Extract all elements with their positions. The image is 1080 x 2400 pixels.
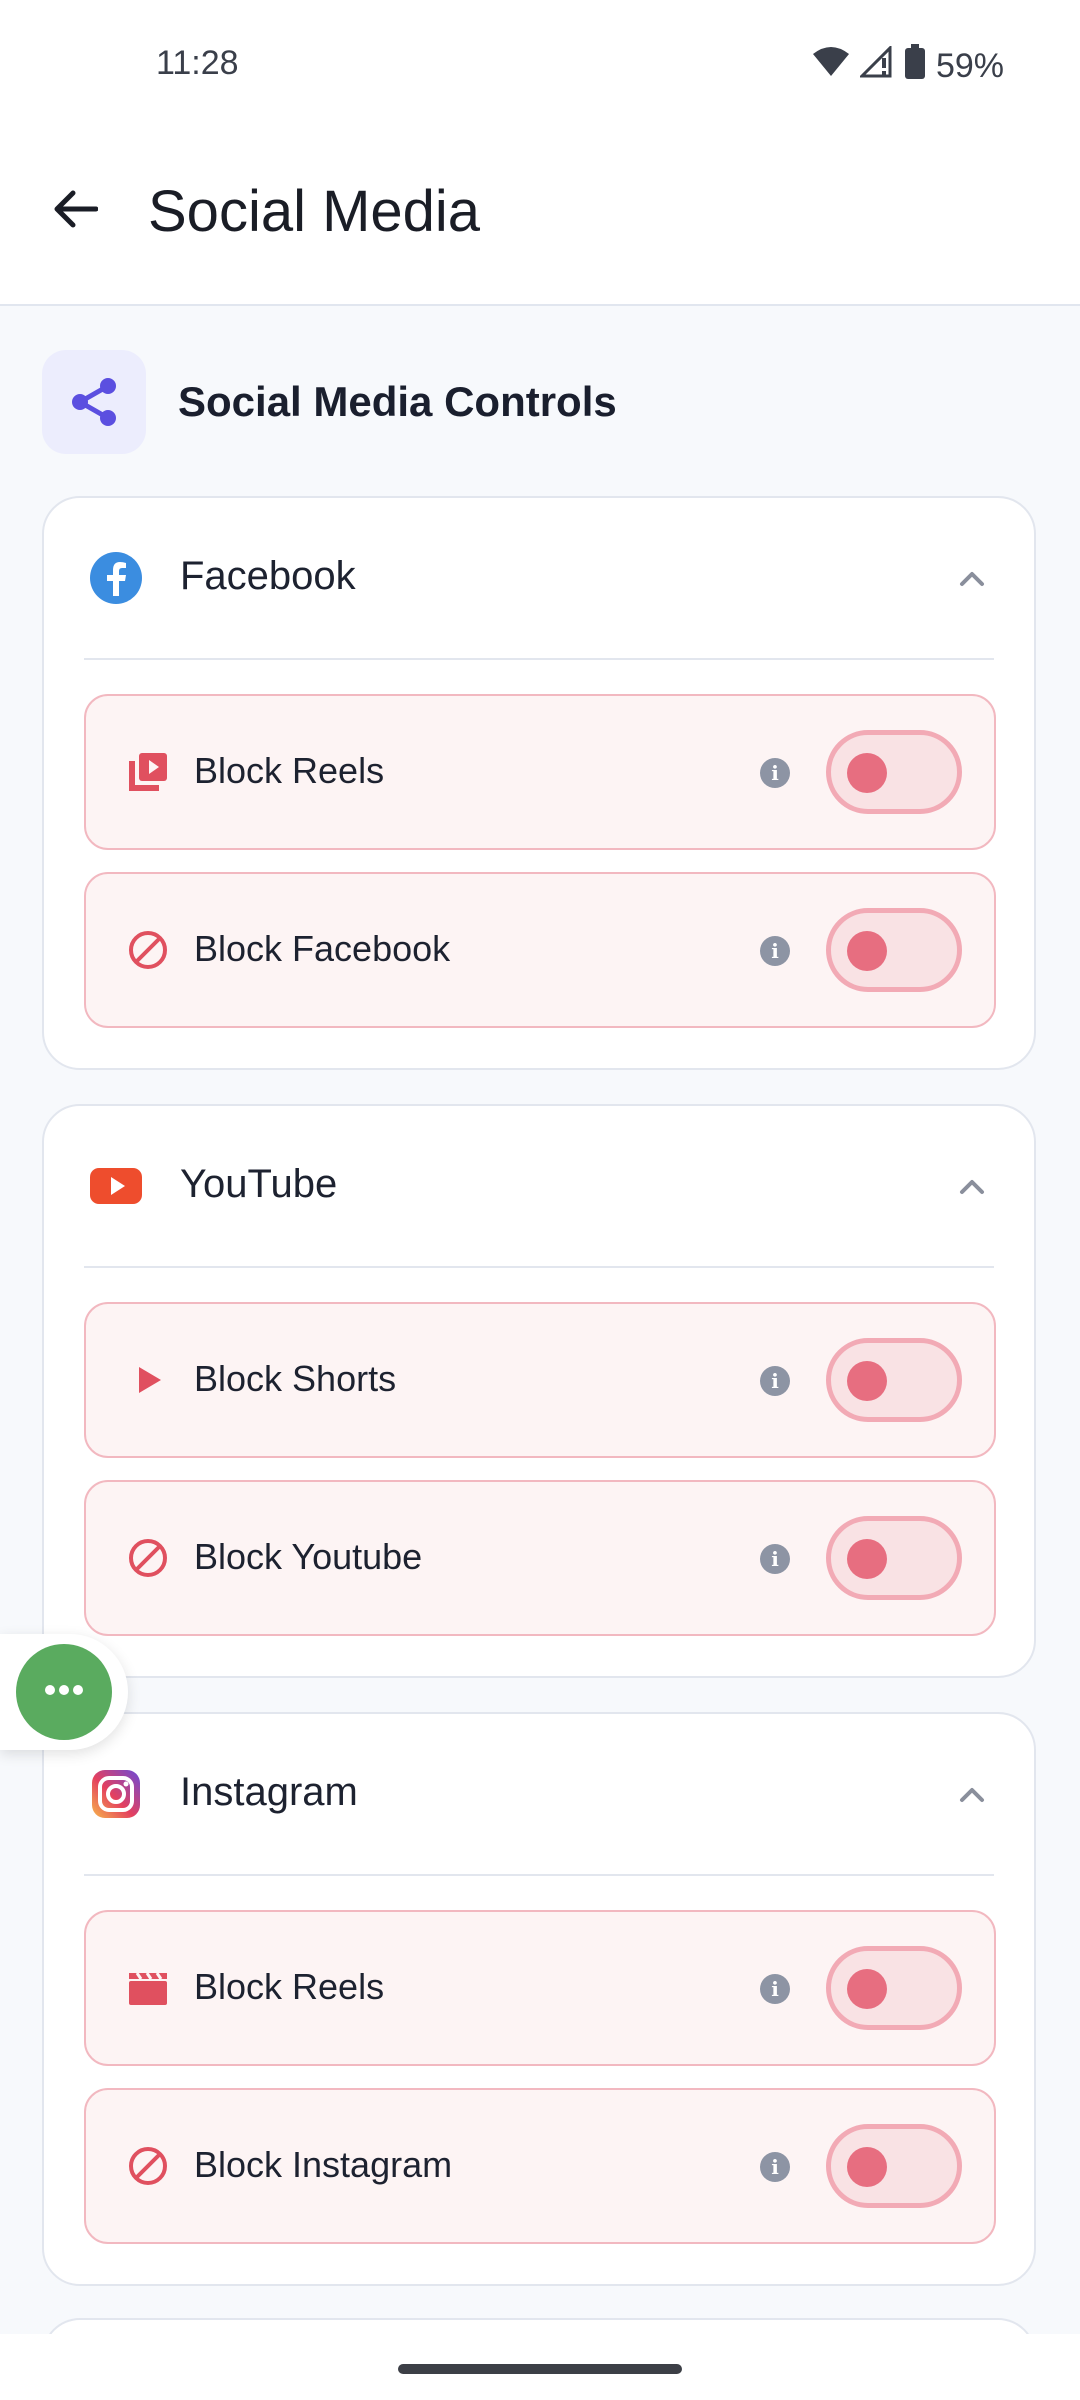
row-label: Block Instagram xyxy=(194,2144,453,2185)
instagram-card: Instagram Block Reels i Block Instagram … xyxy=(42,1712,1036,2286)
divider xyxy=(84,1266,994,1268)
signal-icon xyxy=(858,44,894,87)
row-label: Block Facebook xyxy=(194,928,451,969)
block-youtube-toggle[interactable] xyxy=(826,1516,962,1600)
clapperboard-icon xyxy=(122,1962,174,2014)
video-library-icon xyxy=(122,746,174,798)
app-bar: Social Media xyxy=(0,140,1080,306)
more-horizontal-icon xyxy=(44,1683,84,1701)
block-icon xyxy=(122,2140,174,2192)
info-icon[interactable]: i xyxy=(760,758,790,788)
back-button[interactable] xyxy=(44,180,106,242)
youtube-card-header[interactable]: YouTube xyxy=(44,1106,1034,1266)
instagram-icon xyxy=(90,1768,142,1820)
block-reels-toggle[interactable] xyxy=(826,730,962,814)
wifi-icon xyxy=(812,46,850,87)
chevron-up-icon[interactable] xyxy=(954,1168,990,1204)
instagram-card-header[interactable]: Instagram xyxy=(44,1714,1034,1874)
facebook-card: Facebook Block Reels i Block Facebook i xyxy=(42,496,1036,1070)
toggle-knob xyxy=(847,1969,887,2009)
block-icon xyxy=(122,924,174,976)
block-shorts-row: Block Shorts i xyxy=(84,1302,996,1458)
row-label: Block Reels xyxy=(194,1966,385,2007)
info-icon[interactable]: i xyxy=(760,1544,790,1574)
section-title: Social Media Controls xyxy=(178,378,617,425)
info-icon[interactable]: i xyxy=(760,2152,790,2182)
row-label: Block Shorts xyxy=(194,1358,397,1399)
section-header: Social Media Controls xyxy=(42,350,617,454)
block-reels-toggle[interactable] xyxy=(826,1946,962,2030)
battery-icon xyxy=(904,44,926,89)
arrow-left-icon xyxy=(52,189,99,234)
toggle-knob xyxy=(847,2147,887,2187)
block-instagram-row: Block Instagram i xyxy=(84,2088,996,2244)
info-icon[interactable]: i xyxy=(760,1366,790,1396)
status-bar: 11:28 59% xyxy=(0,0,1080,140)
home-indicator[interactable] xyxy=(398,2364,682,2374)
divider xyxy=(84,658,994,660)
play-icon xyxy=(122,1354,174,1406)
block-youtube-row: Block Youtube i xyxy=(84,1480,996,1636)
status-time: 11:28 xyxy=(156,44,239,82)
divider xyxy=(84,1874,994,1876)
facebook-icon xyxy=(90,552,142,604)
row-label: Block Youtube xyxy=(194,1536,423,1577)
block-shorts-toggle[interactable] xyxy=(826,1338,962,1422)
more-button[interactable] xyxy=(16,1644,112,1740)
toggle-knob xyxy=(847,1361,887,1401)
facebook-card-header[interactable]: Facebook xyxy=(44,498,1034,658)
card-title: YouTube xyxy=(180,1162,338,1206)
block-reels-row: Block Reels i xyxy=(84,694,996,850)
card-title: Facebook xyxy=(180,554,356,598)
youtube-icon xyxy=(90,1160,142,1212)
toggle-knob xyxy=(847,1539,887,1579)
share-icon xyxy=(42,350,146,454)
chevron-up-icon[interactable] xyxy=(954,560,990,596)
toggle-knob xyxy=(847,753,887,793)
toggle-knob xyxy=(847,931,887,971)
card-title: Instagram xyxy=(180,1770,358,1814)
page-title: Social Media xyxy=(148,179,481,244)
info-icon[interactable]: i xyxy=(760,1974,790,2004)
info-icon[interactable]: i xyxy=(760,936,790,966)
block-facebook-row: Block Facebook i xyxy=(84,872,996,1028)
status-icons: 59% xyxy=(812,44,1004,89)
youtube-card: YouTube Block Shorts i Block Youtube i xyxy=(42,1104,1036,1678)
battery-level: 59% xyxy=(935,47,1004,85)
floating-menu-tab xyxy=(0,1634,128,1750)
block-instagram-toggle[interactable] xyxy=(826,2124,962,2208)
block-reels-row: Block Reels i xyxy=(84,1910,996,2066)
row-label: Block Reels xyxy=(194,750,385,791)
chevron-up-icon[interactable] xyxy=(954,1776,990,1812)
block-icon xyxy=(122,1532,174,1584)
block-facebook-toggle[interactable] xyxy=(826,908,962,992)
